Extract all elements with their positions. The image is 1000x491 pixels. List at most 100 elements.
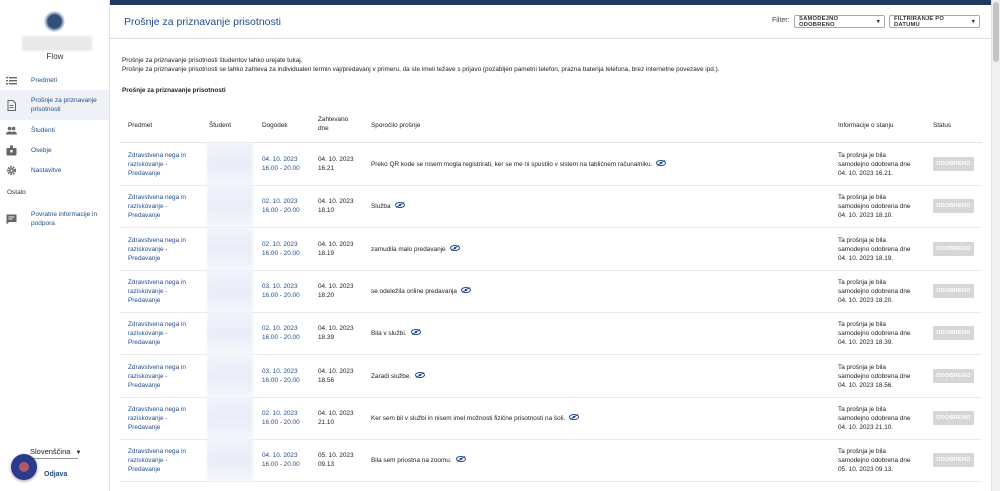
student-redacted bbox=[207, 269, 253, 312]
table-row: Zdravstvena nega in raziskovanje - Preda… bbox=[120, 439, 982, 483]
subject-link[interactable]: Zdravstvena nega in raziskovanje - Preda… bbox=[128, 236, 198, 263]
badge-icon bbox=[6, 145, 17, 156]
eye-icon[interactable] bbox=[449, 244, 460, 253]
sidebar-item-prosnje[interactable]: Prošnje za priznavanje prisotnosti bbox=[0, 90, 109, 120]
filter-status-dropdown[interactable]: SAMODEJNO ODOBRENO ▾ bbox=[794, 15, 885, 28]
sidebar: Flow Predmeti Prošnje za priznavanje pri… bbox=[0, 0, 110, 491]
table-header: Predmet Študent Dogodek Zahtevano dne Sp… bbox=[120, 108, 982, 143]
header: Prošnje za priznavanje prisotnosti Filte… bbox=[110, 5, 992, 39]
table-row: Zdravstvena nega in raziskovanje - Preda… bbox=[120, 143, 982, 186]
event-time: 16.00 - 20.00 bbox=[262, 165, 300, 172]
subject-link[interactable]: Zdravstvena nega in raziskovanje - Preda… bbox=[128, 193, 198, 220]
event-time: 16.00 - 20.00 bbox=[262, 418, 300, 426]
column-header-status[interactable]: Status bbox=[933, 121, 951, 130]
message-cell: Preko QR kode se nisem mogla registrirat… bbox=[371, 159, 826, 169]
requested-time: 18.19 bbox=[318, 249, 334, 257]
status-button[interactable]: ODOBRENO bbox=[933, 326, 974, 341]
sidebar-item-feedback[interactable]: Povratne informacije in podpora bbox=[0, 208, 109, 230]
column-header-event[interactable]: Dogodek bbox=[262, 121, 288, 130]
message-text: se odeležila online predavanja bbox=[371, 287, 457, 295]
event-time: 16.00 - 20.00 bbox=[262, 207, 300, 215]
eye-icon[interactable] bbox=[415, 371, 426, 380]
sidebar-nav: Predmeti Prošnje za priznavanje prisotno… bbox=[0, 70, 109, 180]
event-link[interactable]: 04. 10. 2023 16.00 - 20.00 bbox=[262, 155, 300, 173]
sidebar-item-label: Osebje bbox=[31, 146, 52, 154]
status-button[interactable]: ODOBRENO bbox=[933, 157, 974, 171]
avatar[interactable] bbox=[11, 454, 37, 480]
status-button[interactable]: ODOBRENO bbox=[933, 410, 974, 425]
message-cell: zamudila malo predavanje bbox=[371, 244, 826, 254]
sidebar-item-nastavitve[interactable]: Nastavitve bbox=[0, 160, 109, 180]
column-header-requested[interactable]: Zahtevano dne bbox=[318, 115, 354, 133]
status-button[interactable]: ODOBRENO bbox=[933, 241, 974, 256]
requested-time: 16.21 bbox=[318, 165, 334, 172]
eye-icon[interactable] bbox=[656, 159, 667, 168]
eye-icon[interactable] bbox=[569, 413, 580, 422]
section-heading: Prošnje za priznavanje prisotnosti bbox=[122, 87, 226, 94]
event-link[interactable]: 02. 10. 2023 16.00 - 20.00 bbox=[262, 409, 300, 427]
sidebar-item-label: Povratne informacije in podpora bbox=[31, 211, 98, 227]
status-info: Ta prošnja je bila samodejno odobrena dn… bbox=[838, 363, 911, 389]
language-underline bbox=[30, 458, 78, 459]
column-header-subject[interactable]: Predmet bbox=[128, 121, 152, 130]
status-info: Ta prošnja je bila samodejno odobrena dn… bbox=[838, 236, 911, 262]
eye-icon[interactable] bbox=[460, 286, 471, 295]
event-link[interactable]: 03. 10. 2023 16.00 - 20.00 bbox=[262, 367, 300, 385]
section-label-other: Ostalo bbox=[7, 189, 26, 196]
student-redacted bbox=[207, 396, 253, 439]
status-button[interactable]: ODOBRENO bbox=[933, 368, 974, 383]
requested-time: 18.39 bbox=[318, 334, 334, 342]
message-cell: se odeležila online predavanja bbox=[371, 286, 826, 296]
subject-link[interactable]: Zdravstvena nega in raziskovanje - Preda… bbox=[128, 405, 198, 432]
eye-icon[interactable] bbox=[455, 455, 466, 464]
column-header-info[interactable]: Informacije o stanju bbox=[838, 121, 893, 130]
event-link[interactable]: 04. 10. 2023 16.00 - 20.00 bbox=[262, 451, 300, 469]
student-redacted bbox=[207, 185, 253, 228]
student-redacted bbox=[207, 439, 253, 482]
requested-cell: 04. 10. 2023 16.21 bbox=[318, 155, 354, 173]
document-icon bbox=[6, 99, 17, 111]
logo bbox=[44, 11, 65, 32]
filter-date-dropdown[interactable]: FILTRIRANJE PO DATUMU ▾ bbox=[889, 15, 980, 28]
sidebar-nav-other: Povratne informacije in podpora bbox=[0, 208, 109, 230]
message-cell: Ker sem bil v službi in nisem imel možno… bbox=[371, 413, 826, 423]
requested-cell: 05. 10. 2023 09.13 bbox=[318, 451, 354, 469]
requested-date: 04. 10. 2023 bbox=[318, 325, 354, 333]
eye-icon[interactable] bbox=[394, 201, 405, 210]
event-link[interactable]: 03. 10. 2023 16.00 - 20.00 bbox=[262, 282, 300, 300]
page-title: Prošnje za priznavanje prisotnosti bbox=[124, 16, 281, 28]
chat-icon bbox=[6, 214, 17, 225]
sidebar-item-studenti[interactable]: Študenti bbox=[0, 120, 109, 140]
status-button[interactable]: ODOBRENO bbox=[933, 199, 974, 214]
people-icon bbox=[6, 125, 17, 136]
sidebar-item-osebje[interactable]: Osebje bbox=[0, 140, 109, 160]
subject-link[interactable]: Zdravstvena nega in raziskovanje - Preda… bbox=[128, 363, 198, 390]
event-date: 02. 10. 2023 bbox=[262, 240, 298, 248]
event-time: 16.00 - 20.00 bbox=[262, 291, 300, 299]
event-date: 02. 10. 2023 bbox=[262, 409, 298, 417]
sidebar-item-predmeti[interactable]: Predmeti bbox=[0, 70, 109, 90]
event-date: 03. 10. 2023 bbox=[262, 367, 298, 375]
status-button[interactable]: ODOBRENO bbox=[933, 283, 974, 298]
sidebar-item-label: Prošnje za priznavanje prisotnosti bbox=[31, 97, 97, 113]
scrollbar[interactable] bbox=[991, 0, 1000, 491]
subject-link[interactable]: Zdravstvena nega in raziskovanje - Preda… bbox=[128, 151, 198, 178]
column-header-message[interactable]: Sporočilo prošnje bbox=[371, 121, 420, 130]
chevron-down-icon: ▼ bbox=[75, 450, 82, 456]
requests-table: Predmet Študent Dogodek Zahtevano dne Sp… bbox=[120, 108, 982, 483]
requested-time: 09.13 bbox=[318, 461, 334, 469]
status-button[interactable]: ODOBRENO bbox=[933, 453, 974, 468]
event-link[interactable]: 02. 10. 2023 16.00 - 20.00 bbox=[262, 197, 300, 215]
requested-date: 04. 10. 2023 bbox=[318, 282, 354, 290]
language-select[interactable]: Slovenščina ▼ bbox=[30, 447, 82, 456]
subject-link[interactable]: Zdravstvena nega in raziskovanje - Preda… bbox=[128, 320, 198, 347]
logout-link[interactable]: Odjava bbox=[44, 471, 67, 478]
event-link[interactable]: 02. 10. 2023 16.00 - 20.00 bbox=[262, 240, 300, 258]
subject-link[interactable]: Zdravstvena nega in raziskovanje - Preda… bbox=[128, 278, 198, 305]
subject-link[interactable]: Zdravstvena nega in raziskovanje - Preda… bbox=[128, 447, 198, 474]
event-date: 04. 10. 2023 bbox=[262, 452, 298, 460]
scrollbar-thumb[interactable] bbox=[993, 2, 999, 62]
eye-icon[interactable] bbox=[410, 328, 421, 337]
event-link[interactable]: 02. 10. 2023 16.00 - 20.00 bbox=[262, 324, 300, 342]
column-header-student[interactable]: Študent bbox=[209, 121, 231, 130]
